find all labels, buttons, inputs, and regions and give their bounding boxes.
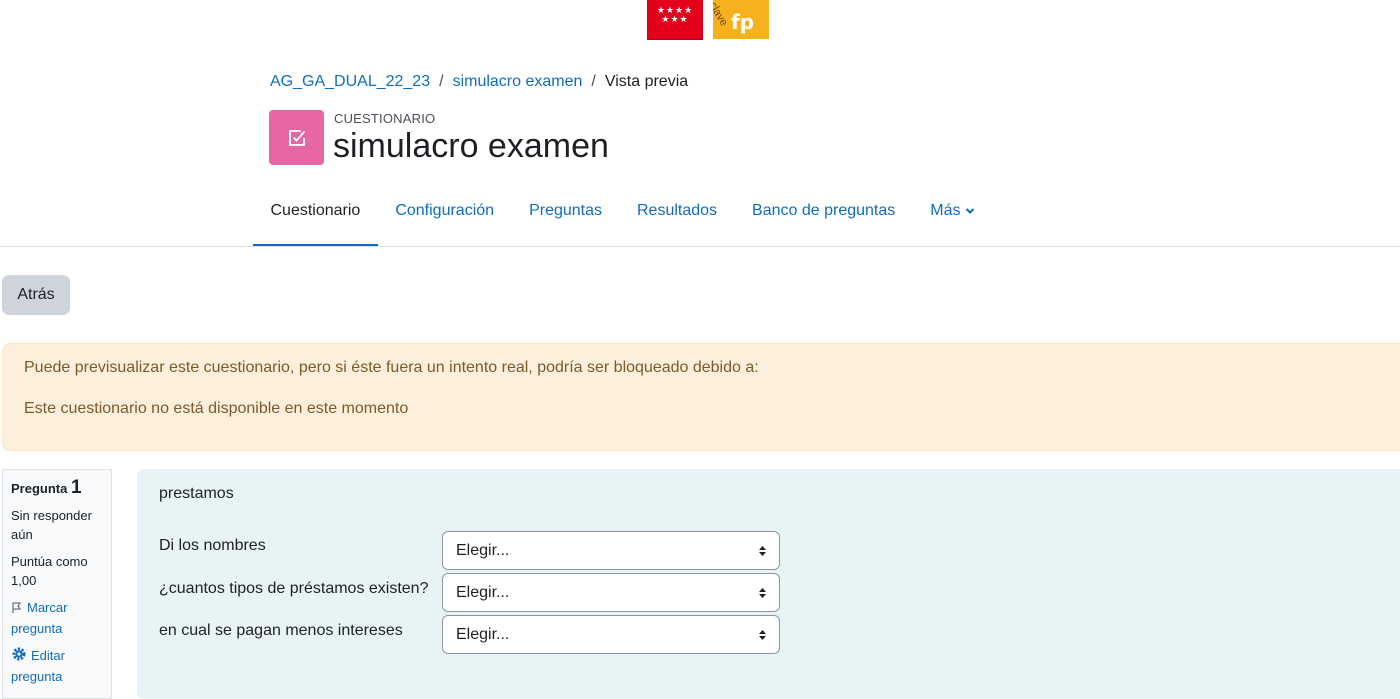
edit-question-link[interactable]: Editar pregunta — [11, 646, 103, 686]
page-title: simulacro examen — [333, 127, 609, 165]
chevron-down-icon — [965, 183, 975, 239]
fp-logo-arc-text: clave — [713, 0, 730, 29]
match-select-2-value: Elegir... — [456, 583, 510, 601]
question-text: prestamos — [159, 485, 234, 502]
breadcrumb-quiz-link[interactable]: simulacro examen — [453, 73, 583, 91]
back-button[interactable]: Atrás — [2, 275, 70, 315]
tab-mas-label: Más — [930, 202, 961, 220]
tab-resultados[interactable]: Resultados — [620, 183, 735, 245]
tab-configuracion[interactable]: Configuración — [378, 183, 512, 245]
preview-warning-alert: Puede previsualizar este cuestionario, p… — [2, 343, 1400, 451]
select-arrows-icon — [759, 588, 766, 598]
breadcrumb-separator: / — [591, 73, 596, 90]
match-prompt-2: ¿cuantos tipos de préstamos existen? — [159, 580, 429, 597]
tab-mas[interactable]: Más — [913, 183, 992, 245]
tab-cuestionario[interactable]: Cuestionario — [253, 183, 378, 247]
question-number: Pregunta 1 — [11, 478, 103, 498]
flag-icon — [11, 600, 23, 619]
match-select-3-value: Elegir... — [456, 625, 510, 643]
activity-type-label: CUESTIONARIO — [334, 111, 436, 126]
breadcrumb-course-link[interactable]: AG_GA_DUAL_22_23 — [270, 73, 430, 91]
tab-preguntas[interactable]: Preguntas — [512, 183, 620, 245]
quiz-activity-icon — [269, 110, 324, 165]
question-state: Sin responder aún — [11, 508, 92, 542]
match-prompt-3: en cual se pagan menos intereses — [159, 622, 403, 639]
checkbox-icon — [288, 129, 305, 146]
gear-icon — [11, 646, 27, 667]
comunidad-madrid-logo: ★★★★ ★★★ — [647, 0, 703, 40]
question-grade: Puntúa como 1,00 — [11, 554, 88, 588]
secondary-navigation: Cuestionario Configuración Preguntas Res… — [253, 183, 992, 247]
question-info-panel: Pregunta 1 Sin responder aún Puntúa como… — [2, 469, 112, 699]
match-select-3[interactable]: Elegir... — [442, 615, 780, 654]
flag-question-link[interactable]: Marcar pregunta — [11, 598, 103, 638]
alert-reason: Este cuestionario no está disponible en … — [24, 400, 409, 417]
madrid-logo-stars: ★★★★ ★★★ — [656, 5, 694, 24]
question-content: prestamos Di los nombres Elegir... ¿cuan… — [137, 469, 1400, 699]
match-prompt-1: Di los nombres — [159, 537, 266, 554]
fp-logo-text: fp — [731, 10, 755, 34]
tabs-divider — [0, 246, 1400, 247]
match-select-2[interactable]: Elegir... — [442, 573, 780, 612]
alert-message: Puede previsualizar este cuestionario, p… — [24, 359, 759, 376]
breadcrumb-current: Vista previa — [604, 73, 689, 90]
fp-logo: clave fp — [713, 0, 769, 39]
breadcrumb-separator: / — [439, 73, 444, 90]
match-select-1[interactable]: Elegir... — [442, 531, 780, 570]
question-number-value: 1 — [70, 477, 82, 498]
tab-banco-de-preguntas[interactable]: Banco de preguntas — [735, 183, 913, 245]
match-select-1-value: Elegir... — [456, 541, 510, 559]
breadcrumb: AG_GA_DUAL_22_23 / simulacro examen / Vi… — [270, 73, 688, 91]
select-arrows-icon — [759, 546, 766, 556]
select-arrows-icon — [759, 630, 766, 640]
question-number-label: Pregunta — [11, 481, 68, 496]
